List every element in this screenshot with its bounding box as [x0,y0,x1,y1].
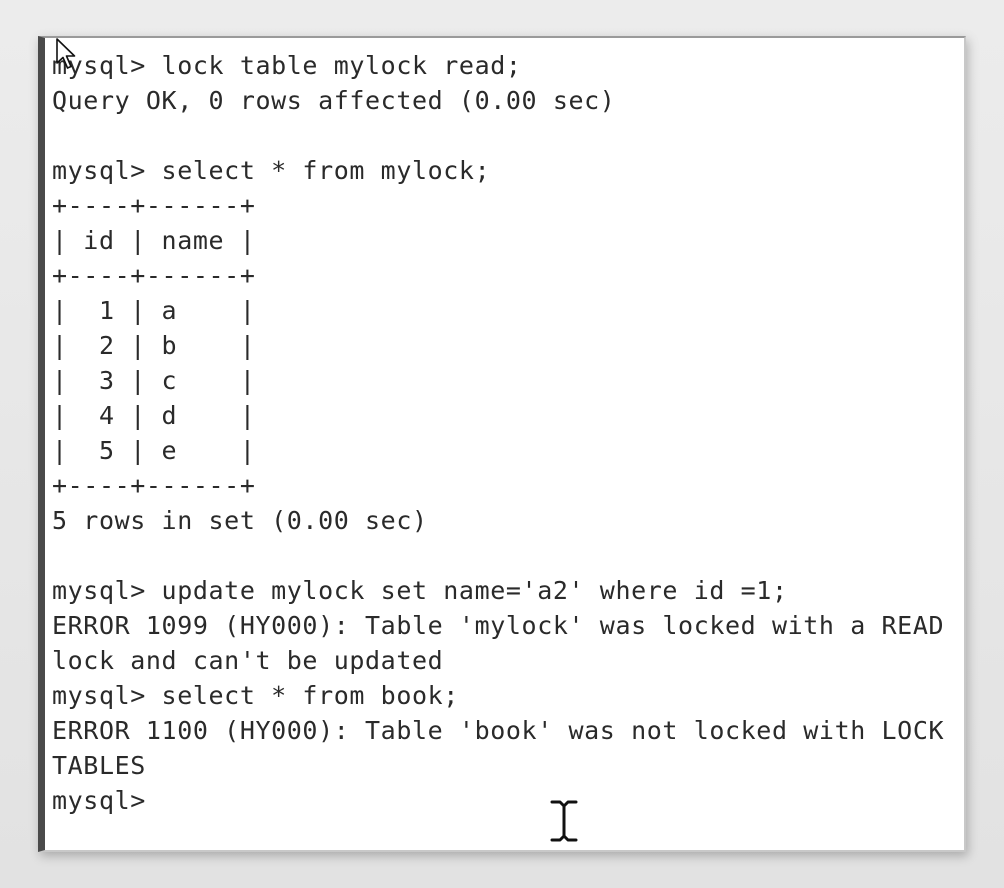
terminal-line: Query OK, 0 rows affected (0.00 sec) [52,86,616,115]
result-table-row: | 4 | d | [52,401,256,430]
terminal-line: mysql> update mylock set name='a2' where… [52,576,788,605]
result-table-row: | 1 | a | [52,296,256,325]
result-table-border: +----+------+ [52,261,256,290]
terminal-window[interactable]: mysql> lock table mylock read; Query OK,… [38,36,966,852]
error-message: TABLES [52,751,146,780]
error-message: ERROR 1099 (HY000): Table 'mylock' was l… [52,611,945,640]
error-message: lock and can't be updated [52,646,444,675]
terminal-line: mysql> lock table mylock read; [52,51,522,80]
result-table-row: | 3 | c | [52,366,256,395]
terminal-line: mysql> select * from book; [52,681,459,710]
arrow-pointer-icon [56,38,76,69]
terminal-line: mysql> select * from mylock; [52,156,491,185]
current-prompt[interactable]: mysql> [52,783,944,818]
result-table-border: +----+------+ [52,191,256,220]
result-table-row: | 5 | e | [52,436,256,465]
terminal-line: 5 rows in set (0.00 sec) [52,506,428,535]
error-message: ERROR 1100 (HY000): Table 'book' was not… [52,716,945,745]
result-table-row: | 2 | b | [52,331,256,360]
terminal-output[interactable]: mysql> lock table mylock read; Query OK,… [52,48,944,818]
result-table-border: +----+------+ [52,471,256,500]
result-table-header: | id | name | [52,226,256,255]
i-beam-cursor-icon [549,799,579,843]
